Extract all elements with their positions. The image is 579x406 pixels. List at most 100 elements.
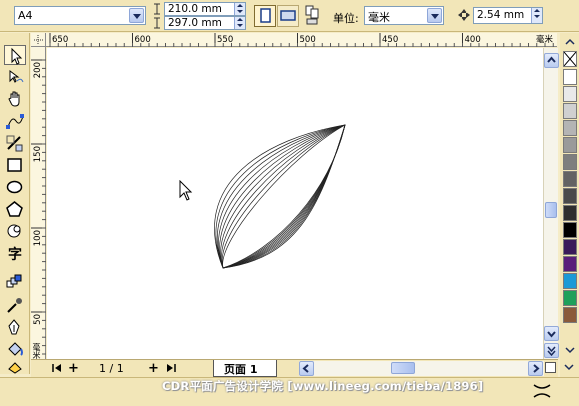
pages-icon xyxy=(305,5,319,25)
units-combo[interactable]: 毫米 xyxy=(364,6,444,25)
palette-flyout-icon[interactable] xyxy=(560,359,579,375)
spinner-icon[interactable] xyxy=(531,8,542,23)
paint-bucket-icon xyxy=(8,342,23,356)
property-bar: A4 210.0 mm 297.0 mm 单位: 毫米 2.54 mm xyxy=(0,0,579,32)
vertical-scroll-thumb[interactable] xyxy=(545,202,557,218)
color-swatch[interactable] xyxy=(563,222,577,238)
chevron-down-icon xyxy=(547,331,556,338)
color-swatch[interactable] xyxy=(563,120,577,136)
ruler-tick-label: 650 xyxy=(52,35,68,45)
petal-blend-drawing[interactable] xyxy=(47,48,543,359)
smart-fill-tool[interactable] xyxy=(4,133,26,153)
eyedropper-tool[interactable] xyxy=(4,295,26,315)
pick-tool[interactable] xyxy=(4,45,26,65)
vertical-scrollbar[interactable] xyxy=(543,48,559,359)
horizontal-ruler-unit: 毫米 xyxy=(536,35,554,45)
ruler-tick-label: 600 xyxy=(135,35,151,45)
close-x-icon[interactable] xyxy=(532,382,552,403)
shape-node-icon xyxy=(9,70,24,83)
page-navigator: + 1 / 1 + 页面 1 xyxy=(31,359,558,377)
horizontal-scrollbar[interactable] xyxy=(299,361,544,376)
rectangle-icon xyxy=(7,158,22,172)
polygon-icon xyxy=(6,201,23,217)
spinner-icon[interactable] xyxy=(234,3,245,15)
palette-scroll-up-icon[interactable] xyxy=(563,37,577,47)
page-width-field[interactable]: 210.0 mm xyxy=(164,2,246,16)
portrait-button[interactable] xyxy=(254,5,276,27)
nudge-icon xyxy=(458,9,470,21)
interactive-fill-tool[interactable] xyxy=(4,359,26,374)
page-layout-button[interactable] xyxy=(302,3,322,27)
pointer-icon xyxy=(11,47,23,65)
interactive-blend-tool[interactable] xyxy=(4,271,26,291)
color-swatch[interactable] xyxy=(563,137,577,153)
color-swatch[interactable] xyxy=(563,205,577,221)
ellipse-tool[interactable] xyxy=(4,177,26,197)
fill-tool[interactable] xyxy=(4,339,26,359)
freehand-tool[interactable] xyxy=(4,111,26,131)
color-swatch[interactable] xyxy=(563,188,577,204)
ruler-origin[interactable] xyxy=(31,33,46,47)
toolbox: 字 xyxy=(0,33,30,374)
palette-scroll-down-icon[interactable] xyxy=(563,345,577,357)
pan-tool[interactable] xyxy=(4,89,26,109)
no-fill-icon xyxy=(563,51,577,67)
scroll-left-button[interactable] xyxy=(299,361,314,376)
ruler-tick-label: 150 xyxy=(33,146,43,162)
fill-icon xyxy=(8,362,22,374)
page-height-field[interactable]: 297.0 mm xyxy=(164,16,246,30)
color-swatch[interactable] xyxy=(563,69,577,85)
units-value: 毫米 xyxy=(368,11,390,24)
last-page-icon[interactable] xyxy=(165,362,177,377)
spinner-icon[interactable] xyxy=(234,17,245,29)
drawing-canvas[interactable] xyxy=(47,48,543,359)
color-swatch[interactable] xyxy=(563,273,577,289)
chevron-down-icon[interactable] xyxy=(427,8,442,23)
landscape-icon xyxy=(280,10,296,21)
outline-tool[interactable] xyxy=(4,317,26,337)
add-page-before-icon[interactable]: + xyxy=(68,361,79,376)
tab-page-1[interactable]: 页面 1 xyxy=(213,360,277,377)
mouse-cursor-icon xyxy=(179,180,193,201)
color-swatch[interactable] xyxy=(563,86,577,102)
rectangle-tool[interactable] xyxy=(4,155,26,175)
color-swatch[interactable] xyxy=(563,171,577,187)
polygon-tool[interactable] xyxy=(4,199,26,219)
horizontal-ruler[interactable]: 650 600 550 500 450 400 毫米 xyxy=(46,33,557,47)
color-swatch[interactable] xyxy=(563,154,577,170)
petal-contour xyxy=(222,124,346,269)
page-size-combo[interactable]: A4 xyxy=(14,6,146,25)
scroll-page-down-button[interactable] xyxy=(544,343,559,358)
ruler-tick-label: 500 xyxy=(300,35,316,45)
horizontal-scroll-thumb[interactable] xyxy=(391,362,415,374)
page-height-value: 297.0 mm xyxy=(168,17,222,29)
petal-contour xyxy=(214,124,346,269)
basic-shapes-tool[interactable] xyxy=(4,221,26,241)
nudge-distance-field[interactable]: 2.54 mm xyxy=(473,7,543,24)
ruler-tick-label: 200 xyxy=(33,62,43,78)
no-color-swatch[interactable] xyxy=(563,51,577,67)
add-page-after-icon[interactable]: + xyxy=(148,361,159,376)
color-swatch[interactable] xyxy=(563,239,577,255)
chevron-down-icon[interactable] xyxy=(129,8,144,23)
smart-draw-icon xyxy=(6,135,23,152)
first-page-icon[interactable] xyxy=(51,362,63,377)
color-swatch[interactable] xyxy=(563,256,577,272)
view-navigator-button[interactable] xyxy=(545,362,556,373)
shape-tool[interactable] xyxy=(4,67,26,87)
vertical-ruler[interactable]: 200 150 100 50 毫米 xyxy=(31,47,46,359)
ruler-tick-label: 50 xyxy=(33,314,43,325)
scroll-right-button[interactable] xyxy=(528,361,543,376)
chevron-right-icon xyxy=(533,364,540,373)
color-swatch[interactable] xyxy=(563,307,577,323)
ruler-tick-label: 550 xyxy=(217,35,233,45)
color-swatch[interactable] xyxy=(563,290,577,306)
nudge-distance-value: 2.54 mm xyxy=(477,9,525,21)
page-size-value: A4 xyxy=(18,9,33,22)
landscape-button[interactable] xyxy=(277,5,299,27)
color-swatch[interactable] xyxy=(563,103,577,119)
text-tool[interactable]: 字 xyxy=(4,243,26,263)
scroll-up-button[interactable] xyxy=(544,53,559,68)
color-palette xyxy=(560,33,579,378)
scroll-down-button[interactable] xyxy=(544,326,559,341)
